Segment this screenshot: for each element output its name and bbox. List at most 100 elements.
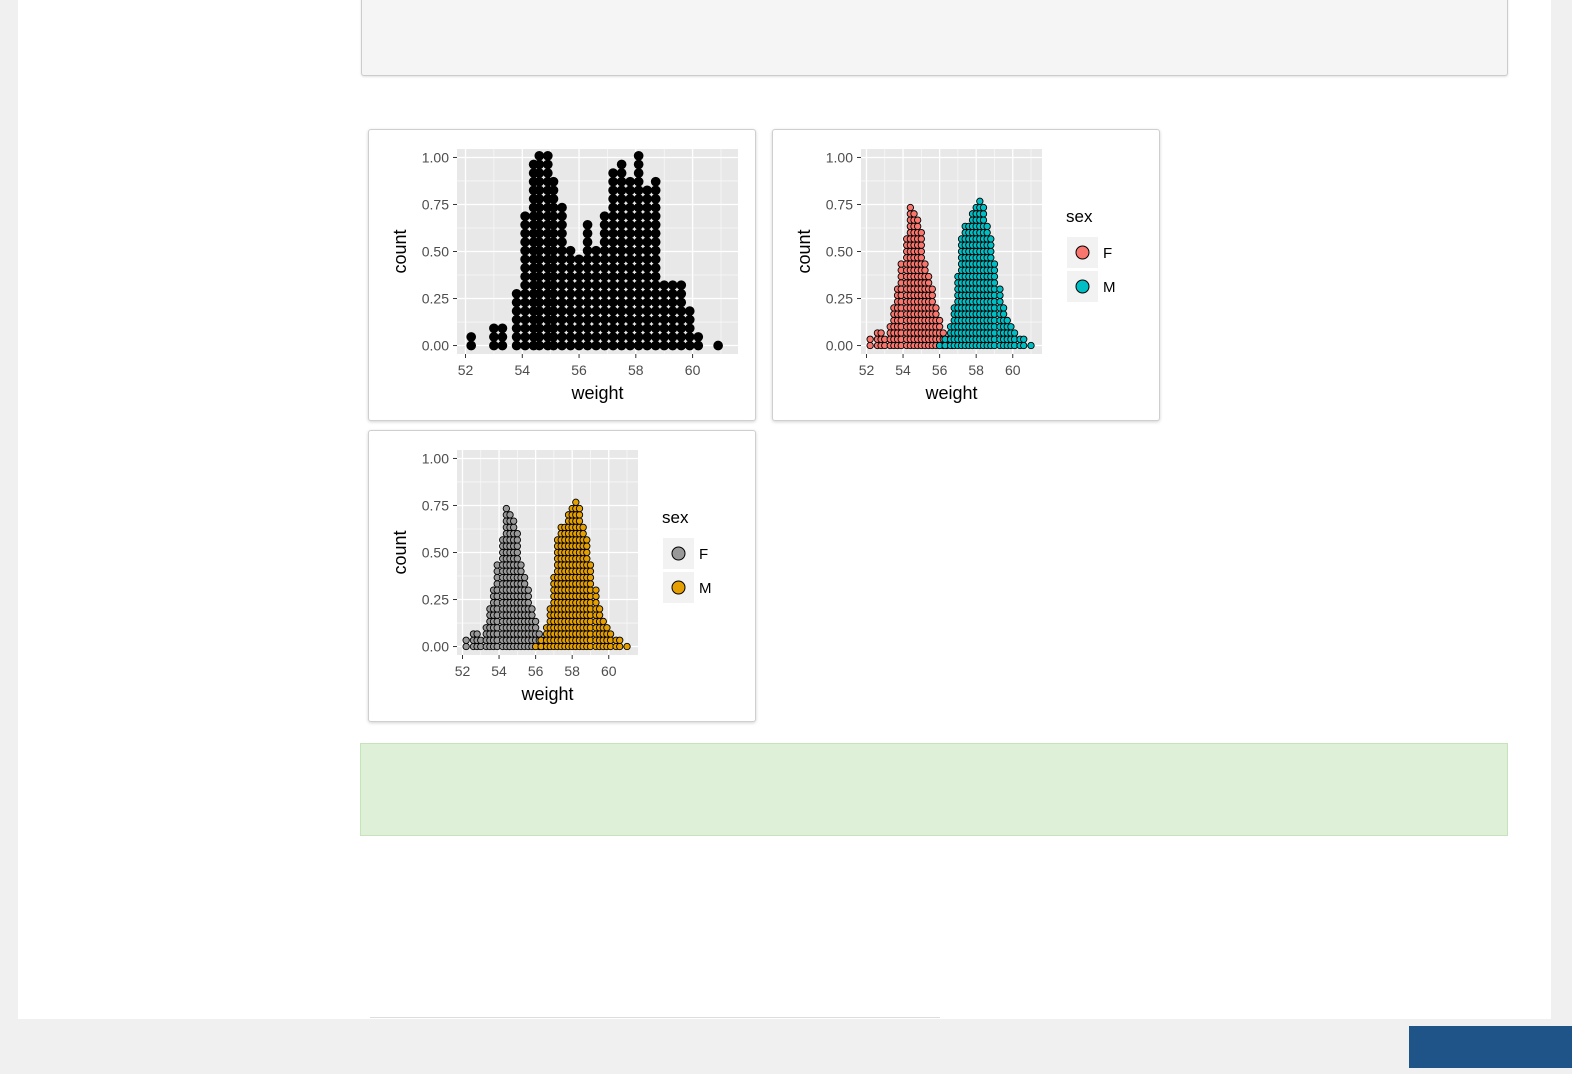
dot <box>917 235 925 243</box>
dot <box>511 332 522 342</box>
dot <box>642 306 653 316</box>
dot <box>565 323 576 334</box>
dot <box>534 185 545 196</box>
dot <box>557 228 567 239</box>
dot <box>574 340 584 351</box>
dot <box>599 245 610 256</box>
dot <box>534 211 545 222</box>
x-axis-title: weight <box>570 383 623 403</box>
x-tick-label: 52 <box>458 362 474 378</box>
dot <box>684 332 695 342</box>
dot <box>579 529 587 538</box>
dot <box>608 271 618 282</box>
dot <box>625 314 635 325</box>
dot <box>565 297 576 308</box>
dot <box>542 150 553 161</box>
dot <box>565 271 576 282</box>
dot <box>990 272 999 281</box>
dot <box>575 511 584 519</box>
dot <box>616 245 627 256</box>
dot <box>548 245 559 256</box>
dot <box>606 630 615 638</box>
dot <box>548 202 559 213</box>
dot <box>534 219 545 230</box>
dot <box>574 297 584 308</box>
dot <box>642 314 653 325</box>
dot <box>565 254 576 265</box>
dot <box>591 245 601 256</box>
dot <box>574 332 584 342</box>
dot <box>557 254 567 265</box>
plot-card-manual-fill: 0.00 0.25 0.50 0.75 1.00 52 54 56 58 60 weight coun… <box>368 430 756 722</box>
dot <box>591 340 601 351</box>
dot <box>633 280 644 291</box>
dot <box>599 340 610 351</box>
dot <box>534 297 545 308</box>
dot <box>548 185 559 196</box>
dot <box>582 237 593 247</box>
dot <box>623 642 631 651</box>
dot <box>510 517 518 525</box>
dot <box>534 271 545 282</box>
dot <box>932 310 940 318</box>
x-tick-label: 60 <box>601 663 617 679</box>
x-axis-title: weight <box>924 383 977 403</box>
x-tick-label: 58 <box>968 362 984 378</box>
dot <box>633 219 644 230</box>
dot <box>625 306 635 316</box>
dot <box>608 228 618 239</box>
dot <box>917 228 925 237</box>
dot <box>535 630 543 638</box>
y-tick-label: 0.50 <box>422 545 449 561</box>
dot <box>914 222 922 231</box>
dot <box>582 263 593 273</box>
dot <box>616 194 627 204</box>
dot <box>917 241 925 249</box>
dot <box>534 254 545 265</box>
footer-bar <box>0 1026 1572 1074</box>
dot <box>1027 341 1035 350</box>
dot <box>608 288 618 299</box>
dot <box>599 211 610 222</box>
dot <box>557 297 567 308</box>
dot <box>633 323 644 334</box>
dot <box>616 228 627 239</box>
dot <box>625 202 635 213</box>
y-tick-label: 0.75 <box>826 196 853 212</box>
plot-card-fill-by-sex: 0.00 0.25 0.50 0.75 1.00 52 54 56 58 60 weight coun… <box>772 129 1160 421</box>
dot <box>667 340 678 351</box>
dot <box>616 288 627 299</box>
dot <box>877 329 885 337</box>
dot <box>616 642 624 651</box>
plot-card-default-fill: 0.00 0.25 0.50 0.75 1.00 52 54 56 58 60 weight coun… <box>368 129 756 421</box>
footer-button[interactable] <box>1409 1026 1572 1068</box>
dot <box>557 288 567 299</box>
dot <box>659 332 670 342</box>
dot <box>534 306 545 316</box>
dot <box>633 228 644 239</box>
dot <box>497 332 508 342</box>
dot <box>582 254 593 265</box>
y-tick-label: 1.00 <box>422 149 449 165</box>
dot <box>524 592 532 601</box>
dot <box>473 630 481 638</box>
dot <box>625 211 635 222</box>
legend-key-dot <box>671 546 686 561</box>
dot <box>565 314 576 325</box>
dot <box>548 254 559 265</box>
y-tick-label: 0.00 <box>422 338 449 354</box>
dot <box>520 271 530 282</box>
dot <box>524 598 532 607</box>
dot <box>625 228 635 239</box>
dot <box>548 306 559 316</box>
dot <box>608 306 618 316</box>
dot <box>534 228 545 239</box>
x-tick-label: 54 <box>514 362 530 378</box>
dot <box>608 237 618 247</box>
y-axis-title: count <box>390 229 410 273</box>
dot <box>616 185 627 196</box>
dot <box>676 332 687 342</box>
dot <box>616 176 627 187</box>
dot <box>582 271 593 282</box>
dot <box>684 323 695 334</box>
